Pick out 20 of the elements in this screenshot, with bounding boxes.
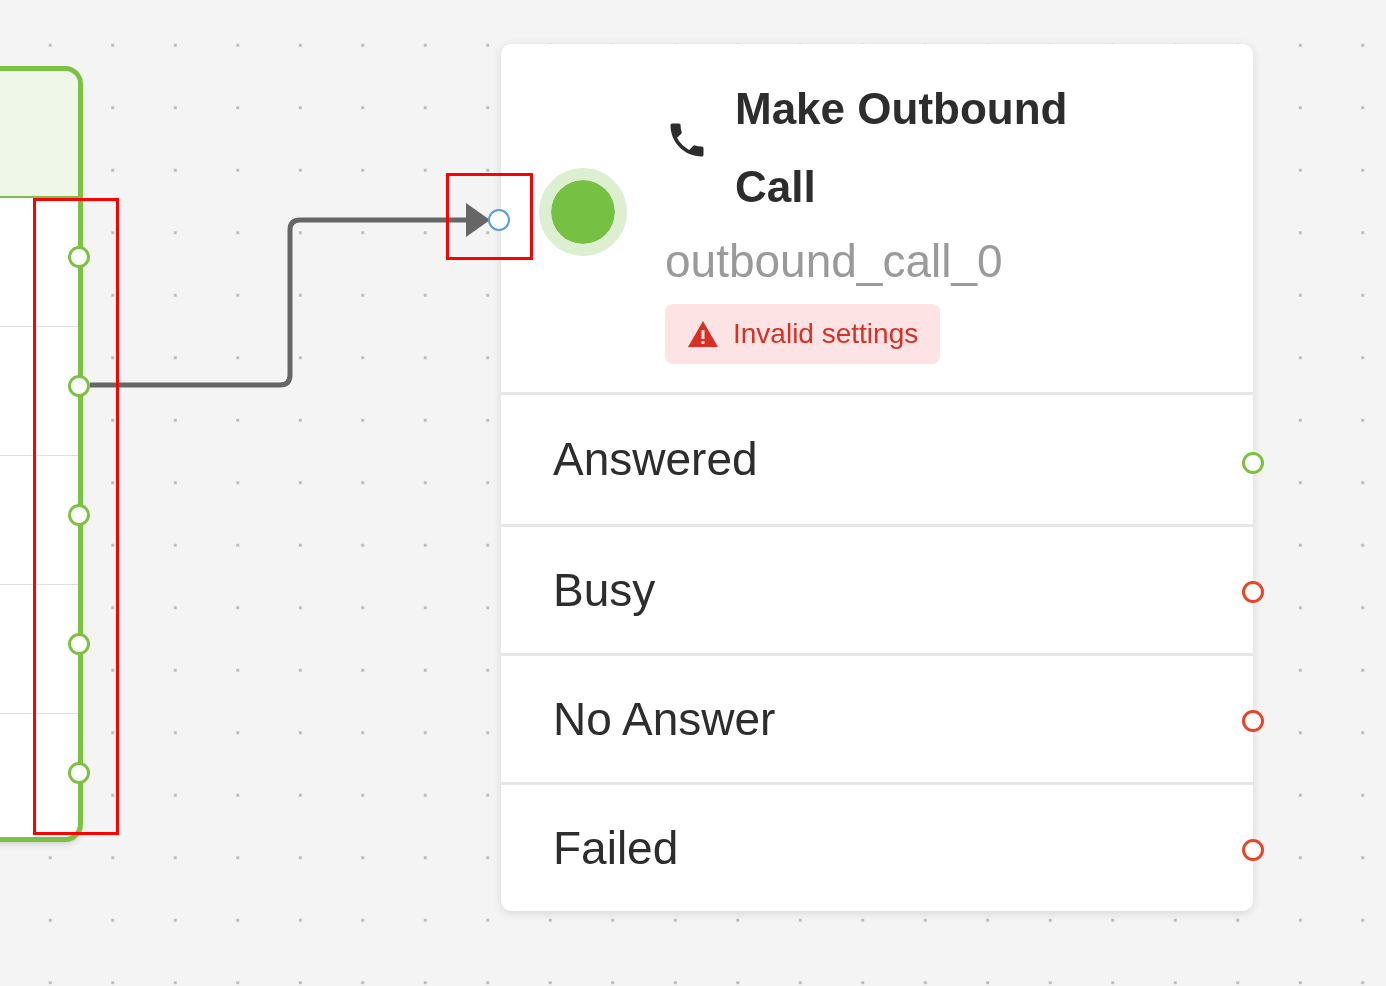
output-label: No Answer [553, 691, 776, 747]
output-label: Answered [553, 432, 758, 487]
port-handle[interactable] [68, 375, 90, 397]
output-label: Busy [553, 562, 656, 618]
flow-node[interactable]: Make Outbound Call outbound_call_0 Invalid settings Answered Busy No Answer Failed [501, 44, 1253, 911]
port-handle[interactable] [1242, 581, 1264, 603]
node-id: outbound_call_0 [665, 234, 1004, 289]
port-handle[interactable] [1242, 839, 1264, 861]
port-handle[interactable] [68, 246, 90, 268]
port-handle[interactable] [68, 633, 90, 655]
port-handle[interactable] [488, 209, 510, 231]
warning-icon [687, 320, 719, 348]
port-handle[interactable] [68, 762, 90, 784]
warning-badge: Invalid settings [665, 304, 941, 364]
flow-node[interactable] [0, 66, 83, 842]
node-title: Make Outbound Call [735, 83, 1069, 213]
port-handle[interactable] [1242, 710, 1264, 732]
port-handle[interactable] [68, 504, 90, 526]
port-handle[interactable] [1242, 452, 1264, 474]
output-label: Failed [553, 820, 679, 876]
